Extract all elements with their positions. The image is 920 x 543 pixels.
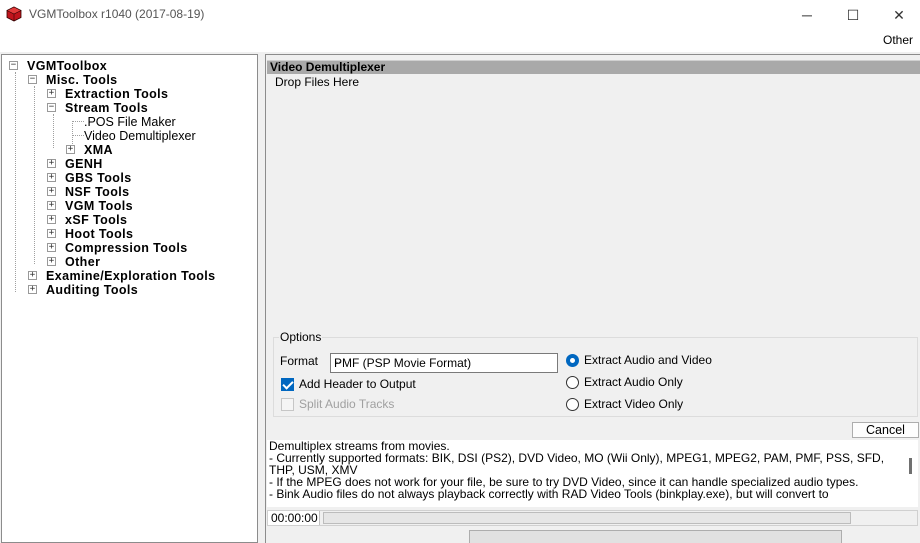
tree-label: Other bbox=[65, 255, 101, 269]
tree-label: GBS Tools bbox=[65, 171, 132, 185]
expand-icon[interactable]: + bbox=[47, 215, 56, 224]
scrollbar-thumb[interactable] bbox=[909, 458, 912, 474]
status-bar: 00:00:00 bbox=[267, 510, 918, 526]
description-scrollbar[interactable] bbox=[905, 440, 918, 507]
panel-title: Video Demultiplexer bbox=[270, 60, 386, 74]
expand-icon[interactable]: + bbox=[47, 243, 56, 252]
video-demultiplexer-panel: Video Demultiplexer Drop Files Here Opti… bbox=[265, 54, 920, 543]
extract-video-only-label: Extract Video Only bbox=[584, 397, 684, 411]
panel-splitter[interactable] bbox=[258, 54, 265, 543]
vgmtoolbox-cube-icon bbox=[6, 6, 22, 22]
extract-video-only-radio[interactable] bbox=[566, 398, 579, 411]
extract-audio-only-label: Extract Audio Only bbox=[584, 375, 683, 389]
maximize-button[interactable]: ☐ bbox=[830, 0, 876, 30]
tree-label: Examine/Exploration Tools bbox=[46, 269, 216, 283]
description-line: - Currently supported formats: BIK, DSI … bbox=[269, 451, 885, 477]
tree-label: .POS File Maker bbox=[84, 115, 176, 129]
close-icon: ✕ bbox=[893, 6, 905, 23]
expand-icon[interactable]: + bbox=[47, 187, 56, 196]
close-button[interactable]: ✕ bbox=[876, 0, 920, 30]
elapsed-time: 00:00:00 bbox=[268, 511, 320, 525]
collapse-icon[interactable]: − bbox=[9, 61, 18, 70]
bottom-button[interactable] bbox=[469, 530, 842, 543]
tree-label: Hoot Tools bbox=[65, 227, 134, 241]
maximize-icon: ☐ bbox=[846, 6, 860, 23]
collapse-icon[interactable]: − bbox=[47, 103, 56, 112]
tree-label: xSF Tools bbox=[65, 213, 128, 227]
tree-label: Stream Tools bbox=[65, 101, 149, 115]
add-header-label: Add Header to Output bbox=[299, 377, 416, 391]
expand-icon[interactable]: + bbox=[47, 173, 56, 182]
expand-icon[interactable]: + bbox=[47, 201, 56, 210]
drop-files-area[interactable]: Drop Files Here bbox=[275, 75, 359, 89]
tree-label: VGM Tools bbox=[65, 199, 133, 213]
split-audio-label: Split Audio Tracks bbox=[299, 397, 395, 411]
extract-audio-video-label: Extract Audio and Video bbox=[584, 353, 712, 367]
tree-label: Misc. Tools bbox=[46, 73, 118, 87]
format-label: Format bbox=[280, 354, 319, 368]
title-bar: VGMToolbox r1040 (2017-08-19) ─ ☐ ✕ bbox=[0, 0, 920, 30]
tree-label: Video Demultiplexer bbox=[84, 129, 196, 143]
expand-icon[interactable]: + bbox=[47, 89, 56, 98]
menu-bar: Other bbox=[0, 30, 920, 52]
expand-icon[interactable]: + bbox=[28, 271, 37, 280]
window-title: VGMToolbox r1040 (2017-08-19) bbox=[29, 7, 205, 21]
options-group: Options Format PMF (PSP Movie Format) ⌄ … bbox=[273, 330, 918, 417]
description-text: Demultiplex streams from movies. - Curre… bbox=[269, 440, 897, 500]
collapse-icon[interactable]: − bbox=[28, 75, 37, 84]
minimize-button[interactable]: ─ bbox=[784, 0, 830, 30]
cancel-button[interactable]: Cancel bbox=[852, 422, 919, 438]
tree-label: Auditing Tools bbox=[46, 283, 139, 297]
format-select[interactable]: PMF (PSP Movie Format) ⌄ bbox=[330, 353, 558, 373]
tree-label: Extraction Tools bbox=[65, 87, 169, 101]
extract-audio-video-radio[interactable] bbox=[566, 354, 579, 367]
add-header-checkbox[interactable] bbox=[281, 378, 294, 391]
extract-audio-only-radio[interactable] bbox=[566, 376, 579, 389]
options-title: Options bbox=[279, 330, 323, 344]
split-audio-checkbox[interactable] bbox=[281, 398, 294, 411]
tree-label: GENH bbox=[65, 157, 103, 171]
expand-icon[interactable]: + bbox=[47, 159, 56, 168]
description-line: - Bink Audio files do not always playbac… bbox=[269, 487, 829, 501]
minimize-icon: ─ bbox=[802, 7, 812, 23]
menu-item-other[interactable]: Other bbox=[883, 33, 913, 47]
tree-label: XMA bbox=[84, 143, 113, 157]
tool-tree[interactable]: − VGMToolbox − Misc. Tools + Extraction … bbox=[1, 54, 258, 543]
expand-icon[interactable]: + bbox=[66, 145, 75, 154]
tree-label: VGMToolbox bbox=[27, 59, 108, 73]
expand-icon[interactable]: + bbox=[47, 257, 56, 266]
description-textbox[interactable]: Demultiplex streams from movies. - Curre… bbox=[267, 440, 918, 507]
tree-label: Compression Tools bbox=[65, 241, 188, 255]
expand-icon[interactable]: + bbox=[28, 285, 37, 294]
panel-header: Video Demultiplexer bbox=[267, 60, 920, 74]
chevron-down-icon: ⌄ bbox=[334, 356, 343, 367]
expand-icon[interactable]: + bbox=[47, 229, 56, 238]
progress-bar bbox=[323, 512, 851, 524]
tree-label: NSF Tools bbox=[65, 185, 130, 199]
